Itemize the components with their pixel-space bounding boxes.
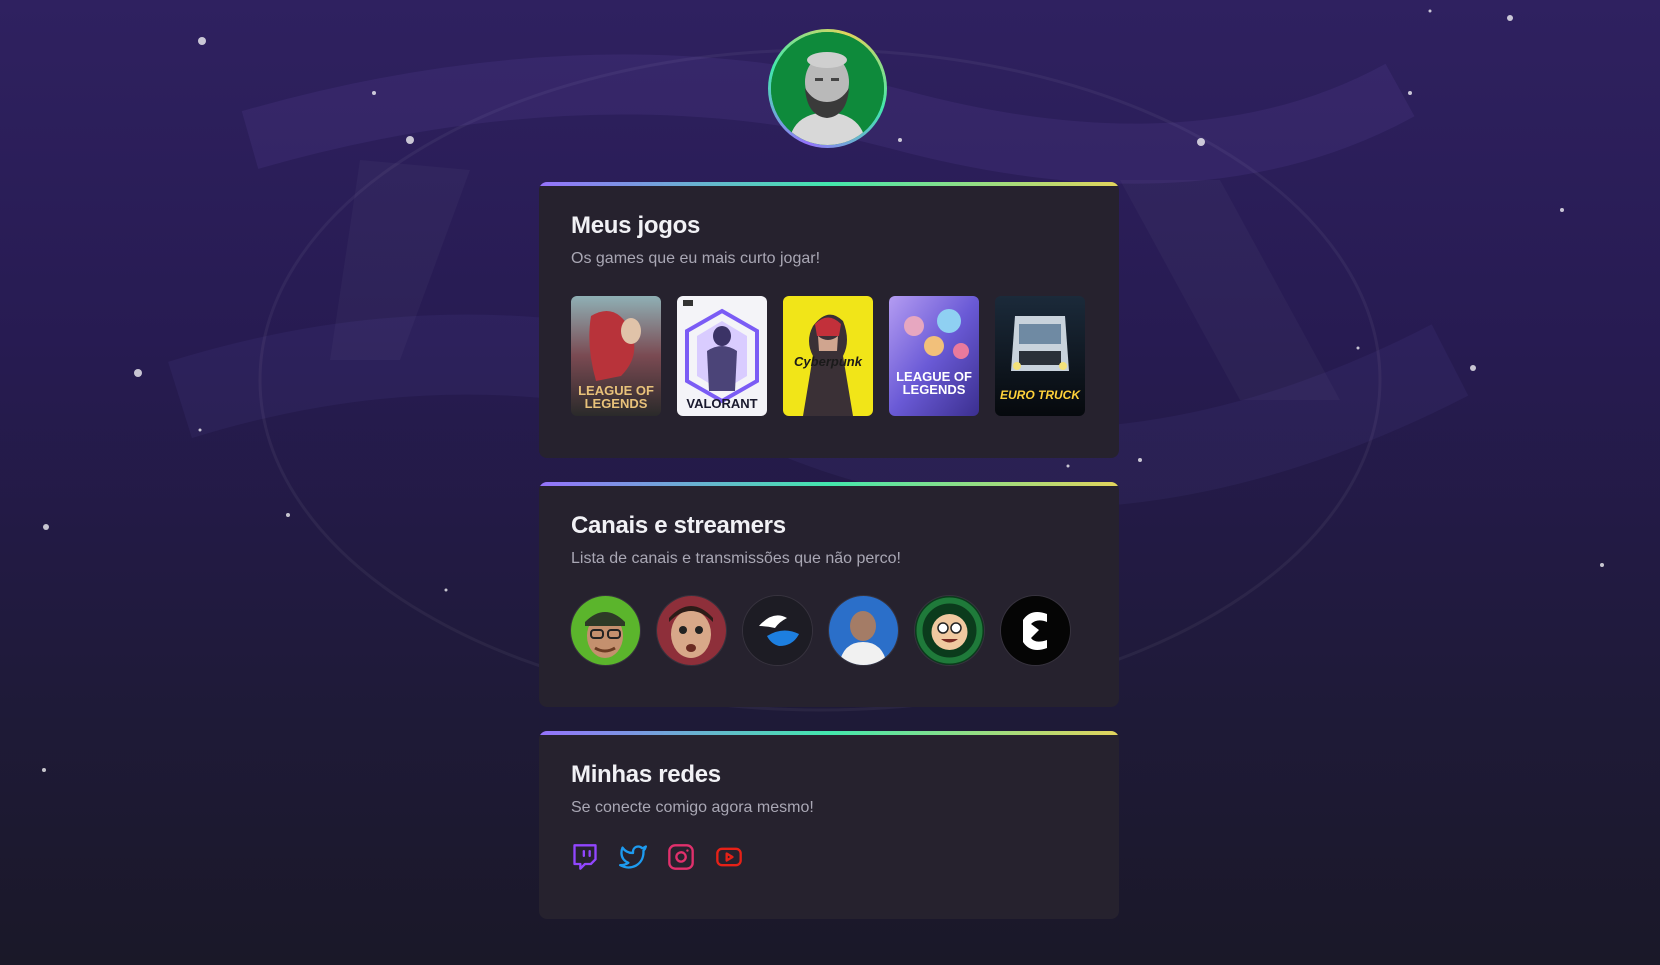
games-title: Meus jogos [571,212,701,239]
profile-avatar [768,29,887,148]
socials-title: Minhas redes [571,761,721,788]
streamer-avatar-1[interactable] [571,596,640,665]
winged-logo-avatar[interactable] [743,596,812,665]
instagram-icon[interactable] [667,843,695,871]
twitch-icon[interactable] [571,843,599,871]
casimiro-avatar[interactable] [915,596,984,665]
game-title: LEAGUE OF LEGENDS [896,369,972,397]
game-title: LEAGUE OF LEGENDS [578,383,654,411]
streamers-subtitle: Lista de canais e transmissões que não p… [571,550,901,567]
game-cover-league-wild-rift[interactable]: LEAGUE OF LEGENDS [889,296,979,416]
socials-subtitle: Se conecte comigo agora mesmo! [571,799,814,816]
profile-avatar-photo [771,32,884,145]
lightning-logo-avatar[interactable] [1001,596,1070,665]
games-list: LEAGUE OF LEGENDS VALORANT Cyberpunk LEA… [571,296,1087,416]
streamers-list [571,596,1087,665]
twitter-icon[interactable] [619,843,647,871]
game-cover-valorant[interactable]: VALORANT [677,296,767,416]
game-cover-euro-truck[interactable]: EURO TRUCK [995,296,1085,416]
game-title: EURO TRUCK [1000,388,1080,402]
game-title: Cyberpunk [794,354,862,369]
game-cover-cyberpunk[interactable]: Cyberpunk [783,296,873,416]
streamer-avatar-4[interactable] [829,596,898,665]
socials-list [571,843,1087,871]
youtube-icon[interactable] [715,843,743,871]
game-cover-league-of-legends[interactable]: LEAGUE OF LEGENDS [571,296,661,416]
streamer-avatar-2[interactable] [657,596,726,665]
streamers-card: Canais e streamers Lista de canais e tra… [539,482,1119,707]
socials-card: Minhas redes Se conecte comigo agora mes… [539,731,1119,919]
streamers-title: Canais e streamers [571,512,786,539]
games-card: Meus jogos Os games que eu mais curto jo… [539,182,1119,458]
games-subtitle: Os games que eu mais curto jogar! [571,250,821,267]
game-title: VALORANT [686,396,758,411]
